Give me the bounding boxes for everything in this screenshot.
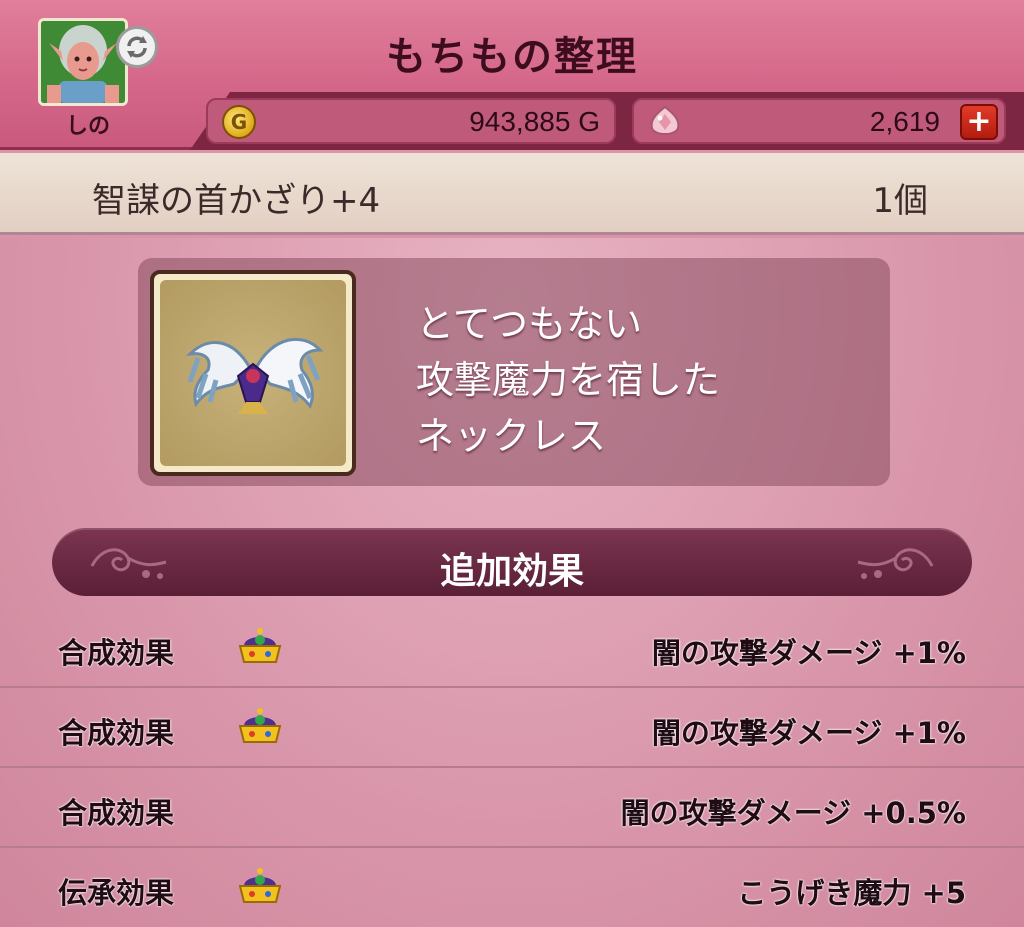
- item-name: 智謀の首かざり+4: [92, 181, 381, 221]
- effect-row: 合成効果 闇の攻撃ダメージ +0.5%: [0, 768, 1024, 848]
- item-name-bar: 智謀の首かざり+4 1個: [0, 153, 1024, 235]
- effect-type: 伝承効果: [58, 876, 175, 910]
- crown-icon: [238, 708, 282, 743]
- effect-type: 合成効果: [58, 636, 175, 670]
- effects-list: 合成効果 闇の攻撃ダメージ +1% 合成効果 闇の攻撃ダメージ +1% 合成効果…: [0, 608, 1024, 927]
- effect-type: 合成効果: [58, 796, 175, 830]
- effect-value: 闇の攻撃ダメージ +1%: [651, 716, 966, 750]
- gold-display: G 943,885 G: [206, 98, 616, 144]
- add-gems-button[interactable]: +: [960, 104, 998, 140]
- top-header: しの もちもの整理 G 943,885 G 2,619 +: [0, 0, 1024, 150]
- gem-amount: 2,619: [869, 106, 940, 137]
- effect-value: こうげき魔力 +5: [737, 876, 966, 910]
- description-line: とてつもない: [416, 302, 643, 346]
- crown-icon: [238, 628, 282, 663]
- item-description: とてつもない 攻撃魔力を宿した ネックレス: [416, 296, 720, 464]
- additional-effects-header: 追加効果: [52, 528, 972, 596]
- effect-row: 伝承効果 こうげき魔力 +5: [0, 848, 1024, 927]
- plus-icon: +: [966, 104, 992, 139]
- description-line: 攻撃魔力を宿した: [416, 358, 721, 402]
- effect-row: 合成効果 闇の攻撃ダメージ +1%: [0, 608, 1024, 688]
- effect-row: 合成効果 闇の攻撃ダメージ +1%: [0, 688, 1024, 768]
- player-name: しの: [65, 114, 110, 139]
- effect-value: 闇の攻撃ダメージ +0.5%: [620, 796, 966, 830]
- gold-coin-icon: G: [222, 105, 256, 139]
- gem-icon: [650, 105, 680, 135]
- item-icon-frame: [150, 270, 356, 476]
- item-count: 1個: [872, 181, 928, 221]
- description-line: ネックレス: [416, 414, 607, 458]
- winged-necklace-icon: [185, 337, 324, 414]
- effect-type: 合成効果: [58, 716, 175, 750]
- crown-icon: [238, 868, 282, 903]
- flourish-ornament-icon: [857, 548, 934, 579]
- page-title: もちもの整理: [386, 34, 638, 80]
- section-title: 追加効果: [439, 551, 584, 592]
- effect-value: 闇の攻撃ダメージ +1%: [651, 636, 966, 670]
- gold-amount: 943,885 G: [469, 106, 600, 137]
- gem-display: 2,619 +: [632, 98, 1006, 144]
